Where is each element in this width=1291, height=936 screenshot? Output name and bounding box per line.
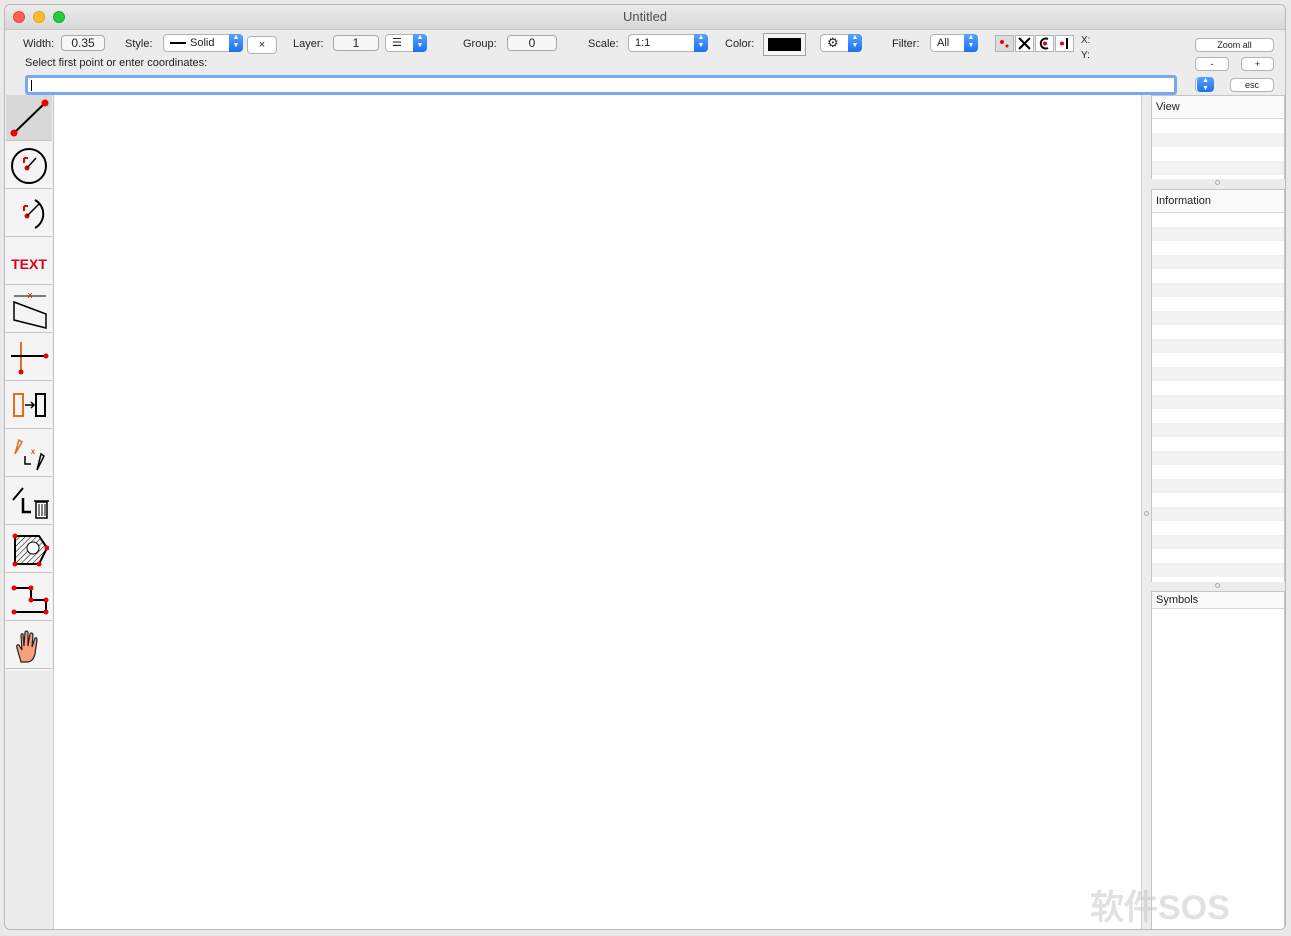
filter-label: Filter: bbox=[892, 38, 920, 50]
hatch-icon bbox=[12, 533, 49, 567]
delete-tool[interactable] bbox=[6, 479, 52, 525]
snap-endpoint-icon[interactable] bbox=[995, 35, 1014, 52]
text-tool-label: TEXT bbox=[11, 256, 47, 272]
hatch-tool[interactable] bbox=[6, 527, 52, 573]
text-cursor bbox=[31, 80, 32, 91]
splitter-handle-icon bbox=[1144, 511, 1149, 516]
filter-select[interactable]: All ▲ ▼ bbox=[930, 34, 978, 52]
settings-stepper-icon: ▲ ▼ bbox=[848, 34, 862, 52]
scale-value: 1:1 bbox=[635, 37, 651, 49]
view-info-splitter[interactable] bbox=[1151, 179, 1285, 187]
line-icon bbox=[10, 99, 49, 137]
command-prompt-label: Select first point or enter coordinates: bbox=[25, 57, 208, 69]
watermark: 软件SOS bbox=[1090, 889, 1230, 927]
scale-label: Scale: bbox=[588, 38, 619, 50]
arc-icon bbox=[23, 199, 45, 229]
delete-icon bbox=[12, 487, 49, 519]
splitter-handle-icon bbox=[1215, 583, 1220, 588]
pan-tool[interactable] bbox=[6, 623, 52, 669]
splitter-handle-icon bbox=[1215, 180, 1220, 185]
window-title: Untitled bbox=[622, 9, 668, 24]
x-coordinate-label: X: bbox=[1081, 35, 1091, 46]
filter-value: All bbox=[937, 37, 950, 49]
dimension-icon: x bbox=[13, 290, 47, 329]
symbols-panel-title: Symbols bbox=[1152, 592, 1284, 609]
copy-move-icon bbox=[13, 393, 46, 417]
trim-tool[interactable] bbox=[6, 335, 52, 381]
hand-icon bbox=[16, 630, 38, 663]
style-select[interactable]: Solid ▲ ▼ bbox=[163, 34, 243, 52]
title-bar: Untitled bbox=[5, 5, 1285, 30]
scale-select[interactable]: 1:1 ▲ ▼ bbox=[628, 34, 708, 52]
view-list[interactable] bbox=[1152, 119, 1284, 179]
svg-text:x: x bbox=[31, 447, 35, 456]
edit-tool[interactable]: x bbox=[6, 431, 52, 477]
history-stepper[interactable]: ▲ ▼ bbox=[1195, 77, 1214, 92]
view-panel: View bbox=[1151, 95, 1285, 179]
zoom-out-button[interactable]: - bbox=[1195, 57, 1229, 71]
gear-icon: ⚙ bbox=[827, 35, 839, 50]
information-panel: Information bbox=[1151, 189, 1285, 582]
text-icon: TEXT bbox=[11, 256, 47, 272]
color-swatch bbox=[768, 38, 801, 51]
settings-menu[interactable]: ⚙ ▲ ▼ bbox=[820, 34, 862, 52]
info-symbols-splitter[interactable] bbox=[1151, 582, 1285, 590]
drawing-canvas[interactable] bbox=[53, 95, 1142, 929]
main-window: Untitled Width: 0.35 Style: Solid ▲ ▼ × L… bbox=[4, 4, 1286, 930]
tool-palette: TEXT x x bbox=[5, 95, 54, 671]
style-value: Solid bbox=[190, 37, 215, 49]
esc-button[interactable]: esc bbox=[1230, 78, 1274, 92]
layer-menu[interactable]: ☰ ▲ ▼ bbox=[385, 34, 427, 52]
width-field[interactable]: 0.35 bbox=[61, 35, 105, 51]
arc-tool[interactable] bbox=[6, 191, 52, 237]
style-label: Style: bbox=[125, 38, 153, 50]
command-input[interactable] bbox=[25, 75, 1177, 95]
trim-icon bbox=[11, 342, 49, 375]
circle-icon bbox=[11, 148, 47, 184]
information-list[interactable] bbox=[1152, 213, 1284, 582]
line-style-swatch bbox=[170, 42, 186, 45]
line-tool[interactable] bbox=[6, 95, 52, 141]
polyline-icon bbox=[11, 585, 49, 615]
group-label: Group: bbox=[463, 38, 497, 50]
group-field[interactable]: 0 bbox=[507, 35, 557, 51]
width-label: Width: bbox=[23, 38, 55, 50]
snap-perpendicular-icon[interactable] bbox=[1055, 35, 1074, 52]
polyline-tool[interactable] bbox=[6, 575, 52, 621]
clear-style-button[interactable]: × bbox=[247, 36, 277, 54]
view-panel-title: View bbox=[1152, 96, 1284, 119]
zoom-in-button[interactable]: + bbox=[1241, 57, 1274, 71]
layer-list-icon: ☰ bbox=[392, 37, 402, 49]
copy-move-tool[interactable] bbox=[6, 383, 52, 429]
layer-field[interactable]: 1 bbox=[333, 35, 379, 51]
history-stepper-icon: ▲ ▼ bbox=[1197, 77, 1214, 92]
style-stepper-icon: ▲ ▼ bbox=[229, 34, 243, 52]
toolbar: Width: 0.35 Style: Solid ▲ ▼ × Layer: 1 ☰… bbox=[5, 30, 1285, 96]
filter-stepper-icon: ▲ ▼ bbox=[964, 34, 978, 52]
layer-stepper-icon: ▲ ▼ bbox=[413, 34, 427, 52]
snap-intersection-icon[interactable] bbox=[1015, 35, 1034, 52]
dimension-tool[interactable]: x bbox=[6, 287, 52, 333]
circle-tool[interactable] bbox=[6, 143, 52, 189]
scale-stepper-icon: ▲ ▼ bbox=[694, 34, 708, 52]
zoom-all-button[interactable]: Zoom all bbox=[1195, 38, 1274, 52]
color-label: Color: bbox=[725, 38, 755, 50]
information-panel-title: Information bbox=[1152, 190, 1284, 213]
layer-label: Layer: bbox=[293, 38, 324, 50]
y-coordinate-label: Y: bbox=[1081, 50, 1090, 61]
svg-text:x: x bbox=[28, 290, 33, 300]
color-well[interactable] bbox=[763, 33, 806, 56]
vertical-splitter[interactable] bbox=[1141, 95, 1151, 929]
snap-center-icon[interactable] bbox=[1035, 35, 1054, 52]
edit-icon: x bbox=[14, 438, 45, 471]
text-tool[interactable]: TEXT bbox=[6, 239, 52, 285]
